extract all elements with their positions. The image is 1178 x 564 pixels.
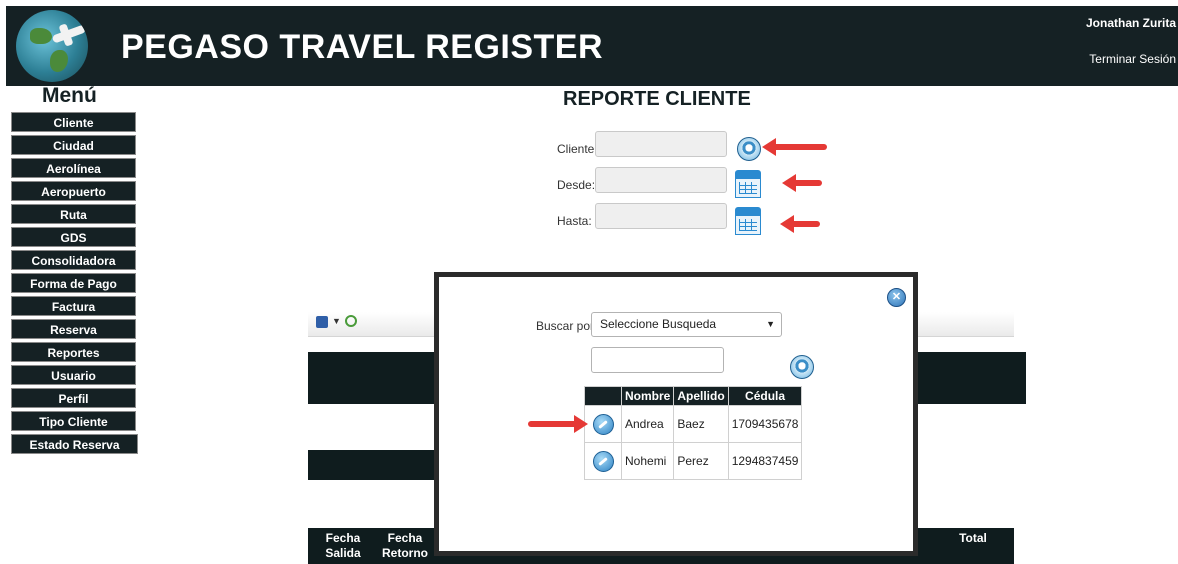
menu-item-ruta[interactable]: Ruta <box>11 204 136 224</box>
menu-item-gds[interactable]: GDS <box>11 227 136 247</box>
menu-item-reserva[interactable]: Reserva <box>11 319 136 339</box>
search-eye-icon[interactable] <box>790 355 814 379</box>
cell-apellido: Baez <box>673 405 729 443</box>
desde-label: Desde: <box>557 178 596 192</box>
menu-item-factura[interactable]: Factura <box>11 296 136 316</box>
cell-cedula: 1294837459 <box>727 442 803 480</box>
cell-nombre: Andrea <box>620 405 675 443</box>
cell-cedula: 1709435678 <box>727 405 803 443</box>
table-row: Andrea Baez 1709435678 <box>584 405 803 443</box>
user-name: Jonathan Zurita <box>1085 16 1176 30</box>
menu-item-consolidadora[interactable]: Consolidadora <box>11 250 136 270</box>
red-arrow-icon <box>782 174 822 192</box>
red-arrow-icon <box>528 415 588 433</box>
column-header-cedula: Cédula <box>727 386 803 406</box>
menu-item-estado-reserva[interactable]: Estado Reserva <box>11 434 138 454</box>
menu-item-tipo-cliente[interactable]: Tipo Cliente <box>11 411 136 431</box>
select-row-icon[interactable] <box>592 450 614 472</box>
menu-item-aeropuerto[interactable]: Aeropuerto <box>11 181 136 201</box>
search-type-select[interactable]: Seleccione Busqueda ▼ <box>591 312 782 337</box>
app-title: PEGASO TRAVEL REGISTER <box>121 28 604 66</box>
cell-apellido: Perez <box>673 442 729 480</box>
sidebar-menu: Cliente Ciudad Aerolínea Aeropuerto Ruta… <box>11 112 138 457</box>
logout-link[interactable]: Terminar Sesión <box>1089 52 1176 66</box>
search-input[interactable] <box>591 347 724 373</box>
column-header-nombre: Nombre <box>620 386 675 406</box>
column-header-apellido: Apellido <box>673 386 729 406</box>
menu-item-usuario[interactable]: Usuario <box>11 365 136 385</box>
cliente-input[interactable] <box>595 131 727 157</box>
table-row: Nohemi Perez 1294837459 <box>584 442 803 480</box>
select-row-icon[interactable] <box>592 413 614 435</box>
col-total: Total <box>959 531 987 545</box>
red-arrow-icon <box>780 215 820 233</box>
search-by-label: Buscar por: <box>536 319 598 333</box>
client-results-table: Nombre Apellido Cédula Andrea Baez 17094… <box>584 386 803 480</box>
menu-item-perfil[interactable]: Perfil <box>11 388 136 408</box>
col-fecha-retorno: Fecha Retorno <box>382 531 428 560</box>
hasta-calendar-icon[interactable] <box>735 207 761 235</box>
menu-item-ciudad[interactable]: Ciudad <box>11 135 136 155</box>
hasta-label: Hasta: <box>557 214 592 228</box>
globe-logo-icon <box>16 10 88 82</box>
select-column-header <box>584 386 622 406</box>
app-header: PEGASO TRAVEL REGISTER <box>6 6 1178 86</box>
hasta-date-input[interactable] <box>595 203 727 229</box>
close-icon[interactable]: ✕ <box>887 288 906 307</box>
refresh-icon[interactable] <box>345 315 357 327</box>
page-title: REPORTE CLIENTE <box>563 88 751 110</box>
menu-item-cliente[interactable]: Cliente <box>11 112 136 132</box>
col-fecha-salida: Fecha Salida <box>325 531 361 560</box>
menu-item-aerolinea[interactable]: Aerolínea <box>11 158 136 178</box>
save-icon[interactable] <box>316 316 328 328</box>
cliente-label: Cliente: <box>557 142 598 156</box>
desde-date-input[interactable] <box>595 167 727 193</box>
desde-calendar-icon[interactable] <box>735 170 761 198</box>
cell-nombre: Nohemi <box>620 442 675 480</box>
menu-item-reportes[interactable]: Reportes <box>11 342 136 362</box>
menu-title: Menú <box>42 84 97 107</box>
search-client-eye-icon[interactable] <box>737 137 761 161</box>
dropdown-caret-icon[interactable]: ▼ <box>332 316 341 326</box>
menu-item-forma-de-pago[interactable]: Forma de Pago <box>11 273 136 293</box>
red-arrow-icon <box>762 138 827 156</box>
report-band <box>308 450 438 480</box>
chevron-down-icon: ▼ <box>766 319 775 329</box>
search-type-value: Seleccione Busqueda <box>600 317 717 331</box>
